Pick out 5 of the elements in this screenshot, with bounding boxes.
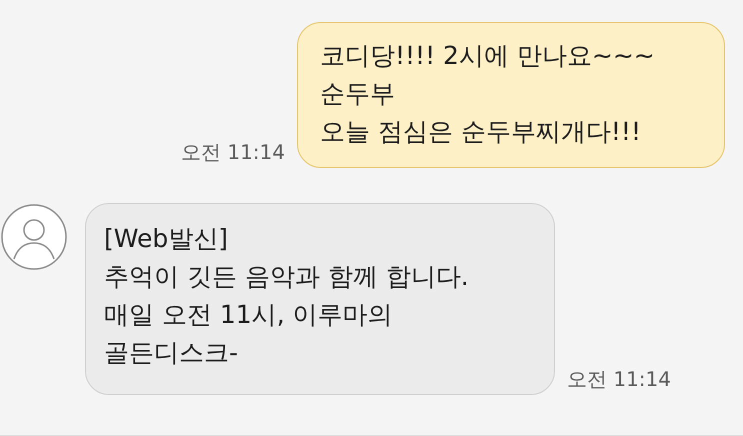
message-time: 오전 11:14 [181,139,285,166]
message-bubble: 코디당!!!! 2시에 만나요~~~ 순두부 오늘 점심은 순두부찌개다!!! [297,22,725,168]
message-bubble: [Web발신] 추억이 깃든 음악과 함께 합니다. 매일 오전 11시, 이루마의 골든디스크- [85,203,555,395]
avatar-icon [0,203,68,271]
message-time: 오전 11:14 [567,366,671,393]
